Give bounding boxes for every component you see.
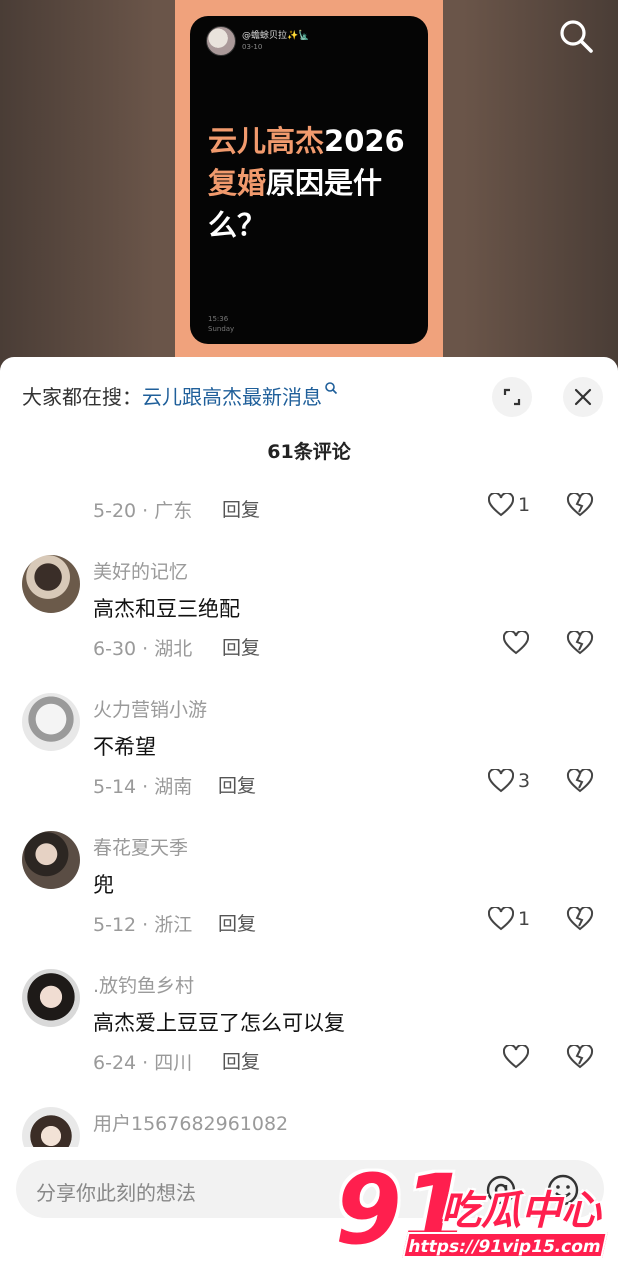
card-day: Sunday — [208, 325, 235, 333]
comment-meta: 5-12 · 浙江 — [93, 914, 193, 936]
comment-item: 春花夏天季 兜 5-12 · 浙江 回复 1 — [0, 831, 618, 961]
like-button[interactable]: 1 — [488, 493, 530, 517]
comment-item: 5-20 · 广东 回复 1 — [0, 417, 618, 547]
card-date: 03-10 — [242, 43, 263, 51]
comment-sheet: 大家都在搜：云儿跟高杰最新消息 61条评论 5-20 · 广东 回复 1 美好的… — [0, 357, 618, 1280]
broken-heart-icon — [566, 491, 594, 517]
avatar[interactable] — [22, 1107, 80, 1147]
comment-item: 美好的记忆 高杰和豆三绝配 6-30 · 湖北 回复 — [0, 555, 618, 685]
comment-item: 用户1567682961082 — [0, 1107, 618, 1147]
watermark-logo: 91 吃瓜中心 https://91vip15.com — [335, 1160, 615, 1270]
comment-item: 火力营销小游 不希望 5-14 · 湖南 回复 3 — [0, 693, 618, 823]
heart-icon — [488, 769, 514, 793]
comment-meta: 6-24 · 四川 — [93, 1052, 193, 1074]
like-count: 1 — [518, 908, 531, 930]
reply-button[interactable]: 回复 — [218, 909, 256, 936]
like-button[interactable]: 1 — [488, 907, 530, 931]
search-icon[interactable] — [556, 16, 596, 56]
comment-meta: 6-30 · 湖北 — [93, 638, 193, 660]
avatar[interactable] — [22, 555, 80, 613]
dislike-button[interactable] — [566, 629, 594, 659]
video-card[interactable]: @蟾蜍贝拉✨🗽 03-10 云儿高杰2026 复婚原因是什么？ 15:36 Su… — [190, 16, 428, 344]
comment-meta: 5-20 · 广东 — [93, 500, 193, 522]
dislike-button[interactable] — [566, 491, 594, 521]
card-username: @蟾蜍贝拉✨🗽 — [242, 31, 310, 41]
headline-highlight-2: 复婚 — [208, 166, 267, 200]
comment-username[interactable]: 春花夏天季 — [93, 833, 188, 860]
trend-search-icon — [325, 382, 338, 395]
watermark-url: https://91vip15.com — [402, 1232, 608, 1258]
headline-highlight-1: 云儿高杰 — [208, 124, 325, 158]
comment-text: 高杰和豆三绝配 — [93, 597, 240, 621]
comment-username[interactable]: 火力营销小游 — [93, 695, 207, 722]
avatar[interactable] — [22, 969, 80, 1027]
broken-heart-icon — [566, 767, 594, 793]
comment-input-placeholder: 分享你此刻的想法 — [36, 1181, 196, 1205]
like-count: 3 — [518, 770, 531, 792]
dislike-button[interactable] — [566, 1043, 594, 1073]
close-button[interactable] — [563, 377, 603, 417]
dislike-button[interactable] — [566, 905, 594, 935]
comment-meta: 5-14 · 湖南 — [93, 776, 193, 798]
heart-icon — [488, 493, 514, 517]
reply-button[interactable]: 回复 — [222, 1047, 260, 1074]
like-button[interactable]: 3 — [488, 769, 530, 793]
heart-icon — [503, 631, 529, 655]
broken-heart-icon — [566, 629, 594, 655]
heart-icon — [488, 907, 514, 931]
avatar[interactable] — [22, 831, 80, 889]
comment-item: .放钓鱼乡村 高杰爱上豆豆了怎么可以复 6-24 · 四川 回复 — [0, 969, 618, 1099]
like-button[interactable] — [503, 1045, 533, 1069]
trending-search-bar[interactable]: 大家都在搜：云儿跟高杰最新消息 — [22, 381, 338, 410]
card-time: 15:36 — [208, 315, 229, 323]
comment-username[interactable]: 美好的记忆 — [93, 557, 188, 584]
like-count: 1 — [518, 494, 531, 516]
broken-heart-icon — [566, 1043, 594, 1069]
card-headline: 云儿高杰2026 复婚原因是什么？ — [208, 120, 418, 246]
headline-text-1: 2026 — [324, 124, 405, 158]
reply-button[interactable]: 回复 — [222, 495, 260, 522]
watermark-text: 吃瓜中心 — [441, 1188, 601, 1234]
broken-heart-icon — [566, 905, 594, 931]
avatar[interactable] — [22, 693, 80, 751]
reply-button[interactable]: 回复 — [222, 633, 260, 660]
heart-icon — [503, 1045, 529, 1069]
comment-username[interactable]: .放钓鱼乡村 — [93, 971, 194, 998]
reply-button[interactable]: 回复 — [218, 771, 256, 798]
trending-prefix: 大家都在搜： — [22, 385, 142, 409]
card-timestamp: 15:36 Sunday — [208, 314, 234, 334]
trending-keyword[interactable]: 云儿跟高杰最新消息 — [142, 385, 322, 409]
expand-button[interactable] — [492, 377, 532, 417]
comment-text: 不希望 — [93, 735, 156, 759]
like-button[interactable] — [503, 631, 533, 655]
comment-text: 兜 — [93, 873, 114, 897]
comment-username[interactable]: 用户1567682961082 — [93, 1109, 288, 1136]
comment-text: 高杰爱上豆豆了怎么可以复 — [93, 1011, 345, 1035]
expand-icon — [503, 388, 521, 406]
card-avatar — [206, 26, 236, 56]
dislike-button[interactable] — [566, 767, 594, 797]
close-icon — [574, 388, 592, 406]
